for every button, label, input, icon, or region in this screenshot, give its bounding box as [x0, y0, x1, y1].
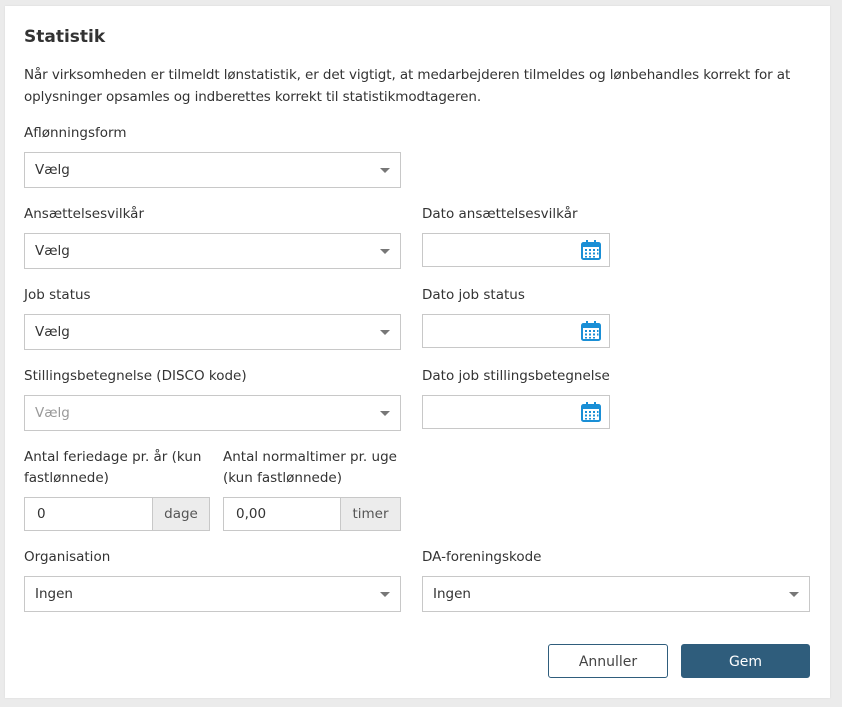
- normaltimer-label: Antal normaltimer pr. uge (kun fastlønne…: [223, 447, 413, 489]
- dato-stillingsbetegnelse-field: [422, 395, 610, 429]
- dato-job-status-label: Dato job status: [422, 287, 525, 303]
- chevron-down-icon: [380, 411, 390, 416]
- feriedage-label: Antal feriedage pr. år (kun fastlønnede): [24, 447, 214, 489]
- organisation-value: Ingen: [35, 586, 73, 602]
- normaltimer-input-group: timer: [223, 497, 401, 531]
- feriedage-unit: dage: [152, 498, 209, 530]
- dato-ansaettelsesvilkaar-field: [422, 233, 610, 267]
- description-text: Når virksomheden er tilmeldt lønstatisti…: [24, 67, 791, 105]
- chevron-down-icon: [380, 592, 390, 597]
- da-foreningskode-label: DA-foreningskode: [422, 549, 542, 565]
- calendar-icon[interactable]: [580, 239, 602, 261]
- feriedage-input[interactable]: [25, 498, 152, 530]
- stillingsbetegnelse-value: Vælg: [35, 405, 70, 421]
- dato-ansaettelsesvilkaar-input[interactable]: [423, 234, 573, 266]
- da-foreningskode-value: Ingen: [433, 586, 471, 602]
- organisation-label: Organisation: [24, 549, 111, 565]
- ansaettelsesvilkaar-label: Ansættelsesvilkår: [24, 206, 144, 222]
- feriedage-input-group: dage: [24, 497, 210, 531]
- dato-stillingsbetegnelse-label: Dato job stillingsbetegnelse: [422, 368, 610, 384]
- dato-stillingsbetegnelse-input[interactable]: [423, 396, 573, 428]
- normaltimer-label-line1: Antal normaltimer pr. uge: [223, 449, 397, 465]
- afloenningsform-value: Vælg: [35, 162, 70, 178]
- normaltimer-label-line2: (kun fastlønnede): [223, 470, 342, 486]
- chevron-down-icon: [380, 330, 390, 335]
- calendar-icon[interactable]: [580, 401, 602, 423]
- feriedage-label-line1: Antal feriedage pr. år (kun: [24, 449, 202, 465]
- dato-ansaettelsesvilkaar-label: Dato ansættelsesvilkår: [422, 206, 578, 222]
- da-foreningskode-select[interactable]: Ingen: [422, 576, 810, 612]
- chevron-down-icon: [380, 168, 390, 173]
- stillingsbetegnelse-select[interactable]: Vælg: [24, 395, 401, 431]
- dato-job-status-input[interactable]: [423, 315, 573, 347]
- page-title: Statistik: [24, 27, 106, 47]
- cancel-button[interactable]: Annuller: [548, 644, 668, 678]
- stillingsbetegnelse-label: Stillingsbetegnelse (DISCO kode): [24, 368, 247, 384]
- job-status-value: Vælg: [35, 324, 70, 340]
- afloenningsform-label: Aflønningsform: [24, 125, 127, 141]
- dato-job-status-field: [422, 314, 610, 348]
- calendar-icon[interactable]: [580, 320, 602, 342]
- chevron-down-icon: [789, 592, 799, 597]
- feriedage-label-line2: fastlønnede): [24, 470, 109, 486]
- job-status-select[interactable]: Vælg: [24, 314, 401, 350]
- normaltimer-unit: timer: [340, 498, 400, 530]
- normaltimer-input[interactable]: [224, 498, 340, 530]
- ansaettelsesvilkaar-value: Vælg: [35, 243, 70, 259]
- organisation-select[interactable]: Ingen: [24, 576, 401, 612]
- statistik-panel: Statistik Når virksomheden er tilmeldt l…: [5, 6, 830, 698]
- save-button[interactable]: Gem: [681, 644, 810, 678]
- afloenningsform-select[interactable]: Vælg: [24, 152, 401, 188]
- job-status-label: Job status: [24, 287, 91, 303]
- chevron-down-icon: [380, 249, 390, 254]
- ansaettelsesvilkaar-select[interactable]: Vælg: [24, 233, 401, 269]
